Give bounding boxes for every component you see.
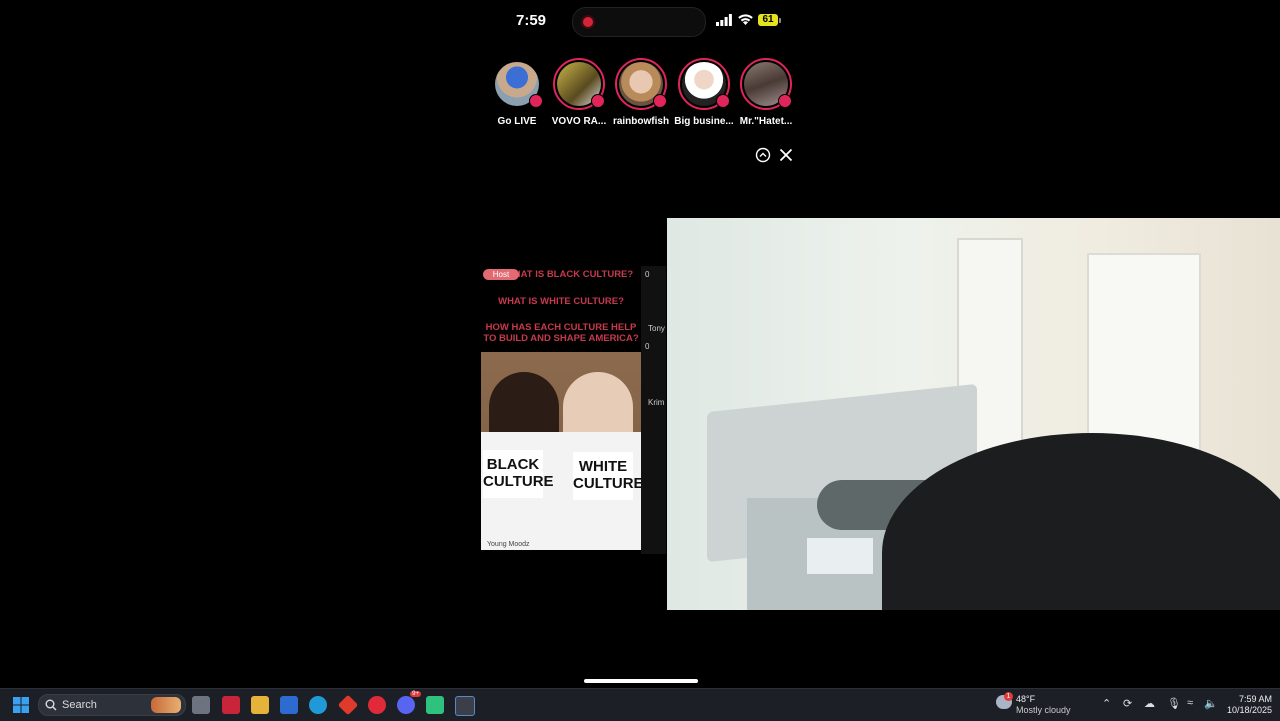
- red-circle-app-icon[interactable]: [368, 696, 386, 714]
- wifi-icon: [738, 14, 753, 25]
- tissue-box: [807, 538, 873, 574]
- guest-1-count: 0: [645, 270, 650, 279]
- recording-icon: [583, 17, 593, 27]
- chevron-up-icon[interactable]: ⌃: [1102, 697, 1111, 710]
- taskbar-search[interactable]: [38, 694, 186, 716]
- guest-2-name: Krim: [648, 398, 665, 407]
- search-placeholder: Search: [62, 699, 97, 711]
- story-rainbowfish[interactable]: rainbowfish: [609, 58, 673, 127]
- weather-badge: 1: [1004, 692, 1013, 701]
- stream-poster: BLACK CULTURE WHITE CULTURE Young Moodz: [481, 352, 641, 550]
- windows-start-icon[interactable]: [12, 696, 30, 714]
- guest-2-count: 0: [645, 342, 650, 351]
- dynamic-island: [572, 7, 706, 37]
- host-badge: Host: [483, 269, 519, 280]
- microphone-icon[interactable]: 🎙: [1167, 697, 1181, 710]
- guest-1-name: Tony: [648, 324, 665, 333]
- battery-indicator: 61: [758, 14, 778, 26]
- search-highlight-icon: [151, 697, 181, 713]
- discord-icon[interactable]: 9+: [397, 691, 421, 714]
- onedrive-cloud-icon[interactable]: ☁: [1144, 697, 1155, 710]
- edge-browser-icon[interactable]: [309, 696, 327, 714]
- stream-line-2: WHAT IS WHITE CULTURE?: [498, 296, 624, 307]
- weather-description[interactable]: Mostly cloudy: [1016, 705, 1071, 715]
- story-label: Mr."Hatet...: [739, 116, 793, 127]
- collapse-up-icon[interactable]: [755, 147, 771, 163]
- guest-panel: 0 Tony 0 Krim: [641, 266, 666, 554]
- story-go-live[interactable]: Go LIVE: [485, 58, 549, 127]
- story-big-business[interactable]: Big busine...: [672, 58, 736, 127]
- live-indicator-icon: [778, 94, 792, 108]
- close-icon[interactable]: [778, 147, 794, 163]
- search-icon: [45, 699, 57, 711]
- home-indicator[interactable]: [584, 679, 698, 683]
- story-label: Big busine...: [674, 116, 734, 127]
- sync-icon[interactable]: ⟳: [1123, 697, 1132, 710]
- weather-cloud-icon[interactable]: 1: [996, 692, 1013, 709]
- microsoft-store-icon[interactable]: [280, 696, 298, 714]
- active-window-icon[interactable]: [455, 696, 475, 716]
- story-label: rainbowfish: [612, 116, 670, 127]
- volume-icon[interactable]: 🔈: [1204, 697, 1218, 710]
- watermark: Young Moodz: [487, 541, 530, 548]
- file-explorer-icon[interactable]: [251, 696, 269, 714]
- story-vovo[interactable]: VOVO RA...: [547, 58, 611, 127]
- battery-tip: [779, 18, 781, 23]
- red-diamond-app-icon[interactable]: [337, 694, 359, 716]
- story-mr-hatet[interactable]: Mr."Hatet...: [734, 58, 798, 127]
- story-label: VOVO RA...: [551, 116, 607, 127]
- status-time: 7:59: [516, 12, 547, 29]
- live-indicator-icon: [591, 94, 605, 108]
- clock-time[interactable]: 7:59 AM: [1232, 694, 1272, 704]
- clock-date[interactable]: 10/18/2025: [1222, 705, 1272, 715]
- live-indicator-icon: [716, 94, 730, 108]
- wifi-tray-icon[interactable]: ≈: [1187, 697, 1193, 709]
- live-indicator-icon: [653, 94, 667, 108]
- green-app-icon[interactable]: [426, 696, 444, 714]
- live-camera-icon: [529, 94, 543, 108]
- discord-badge: 9+: [410, 691, 421, 697]
- sign-right: WHITE CULTURE: [573, 452, 641, 500]
- taskbar: 9+: [0, 688, 1280, 721]
- stream-line-3: HOW HAS EACH CULTURE HELP TO BUILD AND S…: [483, 322, 639, 344]
- webcam-feed: [667, 218, 1280, 610]
- story-label: Go LIVE: [497, 116, 537, 127]
- cellular-signal-icon: [716, 14, 732, 26]
- weather-temp[interactable]: 48°F: [1016, 694, 1035, 704]
- sign-left: BLACK CULTURE: [483, 450, 554, 498]
- task-view-icon[interactable]: [192, 696, 210, 714]
- mcafee-icon[interactable]: [222, 696, 240, 714]
